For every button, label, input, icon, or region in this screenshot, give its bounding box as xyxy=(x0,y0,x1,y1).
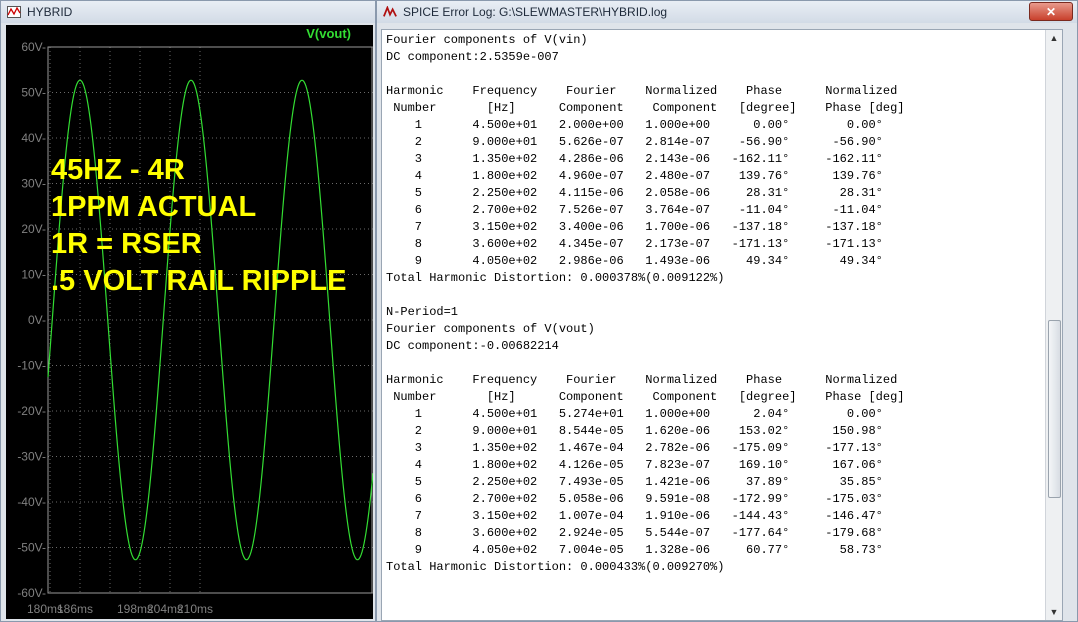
log-line: 6 2.700e+02 7.526e-07 3.764e-07 -11.04° … xyxy=(386,203,883,217)
log-line: 9 4.050e+02 7.004e-05 1.328e-06 60.77° 5… xyxy=(386,543,883,557)
log-line: 8 3.600e+02 2.924e-05 5.544e-07 -177.64°… xyxy=(386,526,883,540)
log-line: 3 1.350e+02 4.286e-06 2.143e-06 -162.11°… xyxy=(386,152,883,166)
annotation-text: .5 VOLT RAIL RIPPLE xyxy=(51,265,346,297)
annotation-text: 1PPM ACTUAL xyxy=(51,191,256,223)
spice-log-window: SPICE Error Log: G:\SLEWMASTER\HYBRID.lo… xyxy=(376,0,1078,622)
y-tick-label: 0V- xyxy=(28,313,46,327)
log-text-area[interactable]: Fourier components of V(vin) DC component… xyxy=(381,29,1063,621)
scroll-down-arrow-icon[interactable]: ▼ xyxy=(1046,604,1062,620)
log-line: Total Harmonic Distortion: 0.000433%(0.0… xyxy=(386,560,725,574)
annotation-text: 45HZ - 4R xyxy=(51,154,185,186)
waveform-plot-svg: 60V- 50V- 40V- 30V- 20V- 10V- 0V- -10V- -20V- -30… xyxy=(17,26,373,616)
y-tick-label: -40V- xyxy=(17,495,46,509)
annotation-text: 1R = RSER xyxy=(51,228,202,260)
y-tick-label: 40V- xyxy=(21,131,46,145)
log-line: 7 3.150e+02 3.400e-06 1.700e-06 -137.18°… xyxy=(386,220,883,234)
log-line: DC component:-0.00682214 xyxy=(386,339,559,353)
log-line: 7 3.150e+02 1.007e-04 1.910e-06 -144.43°… xyxy=(386,509,883,523)
log-line: 1 4.500e+01 5.274e+01 1.000e+00 2.04° 0.… xyxy=(386,407,883,421)
y-tick-label: -20V- xyxy=(17,404,46,418)
log-line: 4 1.800e+02 4.126e-05 7.823e-07 169.10° … xyxy=(386,458,883,472)
log-line: Total Harmonic Distortion: 0.000378%(0.0… xyxy=(386,271,725,285)
log-line: Harmonic Frequency Fourier Normalized Ph… xyxy=(386,373,898,387)
ltspice-logo-icon xyxy=(383,5,397,19)
y-tick-label: 20V- xyxy=(21,222,46,236)
log-line: 2 9.000e+01 5.626e-07 2.814e-07 -56.90° … xyxy=(386,135,883,149)
y-tick-label: -10V- xyxy=(17,359,46,373)
spice-log-title: SPICE Error Log: G:\SLEWMASTER\HYBRID.lo… xyxy=(403,5,668,19)
log-line: Harmonic Frequency Fourier Normalized Ph… xyxy=(386,84,898,98)
vertical-scrollbar[interactable]: ▲ ▼ xyxy=(1045,30,1062,620)
y-tick-label: -60V- xyxy=(17,586,46,600)
log-line: Fourier components of V(vin) xyxy=(386,33,588,47)
y-tick-label: -50V- xyxy=(17,541,46,555)
log-line: 9 4.050e+02 2.986e-06 1.493e-06 49.34° 4… xyxy=(386,254,883,268)
log-line: Number [Hz] Component Component [degree]… xyxy=(386,101,905,115)
waveform-plot[interactable]: 60V- 50V- 40V- 30V- 20V- 10V- 0V- -10V- -20V- -30… xyxy=(6,25,373,619)
scrollbar-thumb[interactable] xyxy=(1048,320,1061,498)
log-line: 6 2.700e+02 5.058e-06 9.591e-08 -172.99°… xyxy=(386,492,883,506)
close-icon: ✕ xyxy=(1045,4,1057,19)
waveform-titlebar[interactable]: HYBRID xyxy=(1,1,375,23)
y-tick-label: 50V- xyxy=(21,86,46,100)
log-line: DC component:2.5359e-007 xyxy=(386,50,559,64)
spice-log-titlebar[interactable]: SPICE Error Log: G:\SLEWMASTER\HYBRID.lo… xyxy=(377,1,1077,23)
waveform-window-title: HYBRID xyxy=(27,5,73,19)
log-line: 5 2.250e+02 7.493e-05 1.421e-06 37.89° 3… xyxy=(386,475,883,489)
log-line: Fourier components of V(vout) xyxy=(386,322,595,336)
log-line: 1 4.500e+01 2.000e+00 1.000e+00 0.00° 0.… xyxy=(386,118,883,132)
log-content: Fourier components of V(vin) DC component… xyxy=(386,32,904,576)
y-tick-label: 30V- xyxy=(21,177,46,191)
x-tick-label: 186ms xyxy=(57,602,93,616)
waveform-app-icon xyxy=(7,5,21,19)
log-line: 3 1.350e+02 1.467e-04 2.782e-06 -175.09°… xyxy=(386,441,883,455)
x-tick-label: 210ms xyxy=(177,602,213,616)
scroll-up-arrow-icon[interactable]: ▲ xyxy=(1046,30,1062,46)
log-line: 2 9.000e+01 8.544e-05 1.620e-06 153.02° … xyxy=(386,424,883,438)
close-button[interactable]: ✕ xyxy=(1029,2,1073,21)
log-line: 5 2.250e+02 4.115e-06 2.058e-06 28.31° 2… xyxy=(386,186,883,200)
log-line: 4 1.800e+02 4.960e-07 2.480e-07 139.76° … xyxy=(386,169,883,183)
y-tick-label: 10V- xyxy=(21,268,46,282)
log-line: 8 3.600e+02 4.345e-07 2.173e-07 -171.13°… xyxy=(386,237,883,251)
trace-label[interactable]: V(vout) xyxy=(306,26,351,41)
log-line: Number [Hz] Component Component [degree]… xyxy=(386,390,905,404)
log-line: N-Period=1 xyxy=(386,305,459,319)
waveform-window: HYBRID 60V- 50V- 40V- 30V- 20V- 10V- 0V- -10V- -… xyxy=(0,0,376,622)
y-tick-label: 60V- xyxy=(21,40,46,54)
y-tick-label: -30V- xyxy=(17,450,46,464)
